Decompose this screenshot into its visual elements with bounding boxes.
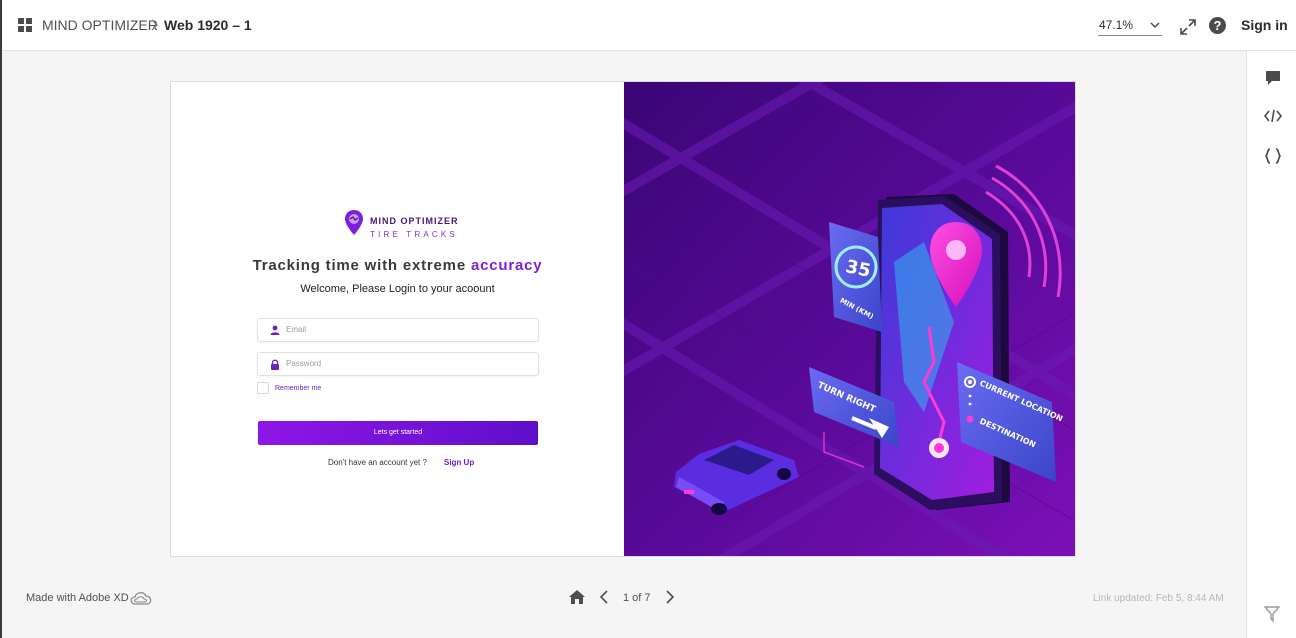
logo-pin-icon: [345, 210, 363, 235]
remember-checkbox[interactable]: [257, 382, 269, 394]
chevron-right-icon: [151, 19, 158, 31]
headline-accent: accuracy: [470, 257, 543, 274]
home-icon[interactable]: [568, 588, 586, 606]
headline: Tracking time with extreme accuracy: [171, 257, 624, 274]
welcome-text: Welcome, Please Login to your acoount: [300, 283, 495, 295]
css-braces-icon[interactable]: [1263, 147, 1283, 165]
code-icon[interactable]: [1263, 107, 1283, 125]
top-bar: MIND OPTIMIZER Web 1920 – 1 47.1% ? Sign…: [2, 0, 1296, 51]
creative-cloud-icon: [130, 592, 152, 605]
email-field[interactable]: Email: [257, 318, 539, 342]
zoom-value: 47.1%: [1099, 18, 1134, 32]
email-placeholder: Email: [286, 325, 307, 334]
logo-name: MIND OPTIMIZER: [370, 216, 459, 226]
artboard-preview: MIND OPTIMIZER TIRE TRACKS Tracking time…: [170, 81, 1076, 557]
headline-prefix: Tracking time with extreme: [252, 257, 471, 274]
comment-icon[interactable]: [1263, 69, 1283, 87]
sign-in-link[interactable]: Sign in: [1241, 17, 1288, 33]
user-icon: [270, 325, 280, 335]
login-panel: MIND OPTIMIZER TIRE TRACKS Tracking time…: [171, 82, 624, 556]
help-icon[interactable]: ?: [1209, 17, 1226, 34]
speed-card: 35 MIN (KM): [829, 222, 882, 332]
logo-subtitle: TIRE TRACKS: [370, 230, 458, 239]
sign-up-link[interactable]: Sign Up: [444, 458, 474, 467]
hero-illustration: 35 MIN (KM) TURN RIGHT CURRENT LOCATION …: [624, 82, 1075, 556]
chevron-right-icon[interactable]: [664, 590, 676, 604]
chevron-left-icon[interactable]: [598, 590, 610, 604]
password-placeholder: Password: [286, 359, 322, 368]
breadcrumb-artboard: Web 1920 – 1: [164, 17, 252, 33]
hotspot-hint-icon[interactable]: [1263, 605, 1281, 623]
made-with-xd: Made with Adobe XD: [26, 592, 129, 604]
no-account-text: Don't have an account yet ?: [328, 458, 427, 467]
grid-menu-icon[interactable]: [18, 18, 33, 33]
link-updated-text: Link updated: Feb 5, 8:44 AM: [1093, 593, 1224, 604]
window-edge: [0, 0, 2, 638]
page-indicator: 1 of 7: [623, 592, 651, 604]
remember-label[interactable]: Remember me: [275, 385, 321, 392]
breadcrumb-project[interactable]: MIND OPTIMIZER: [42, 17, 158, 33]
get-started-button[interactable]: Lets get started: [258, 421, 538, 445]
zoom-select[interactable]: 47.1%: [1098, 16, 1162, 36]
lock-icon: [271, 359, 279, 370]
right-toolbar: [1246, 51, 1296, 638]
fullscreen-icon[interactable]: [1179, 18, 1197, 36]
chevron-down-icon: [1150, 22, 1160, 29]
password-field[interactable]: Password: [257, 352, 539, 376]
